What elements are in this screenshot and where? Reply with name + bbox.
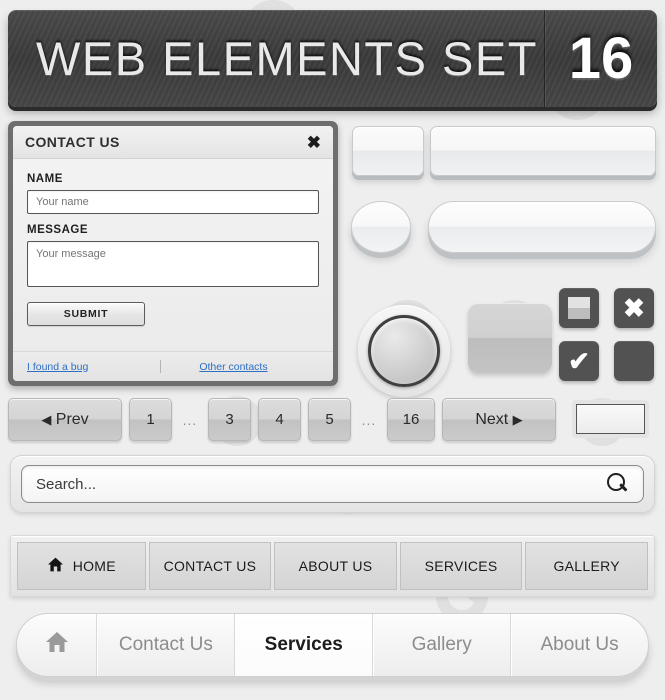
nav2-item-home[interactable] — [17, 614, 98, 676]
pagination-page-5[interactable]: 5 — [308, 398, 351, 441]
search-icon[interactable] — [607, 473, 629, 495]
nav2-item-label: Services — [264, 634, 343, 655]
contact-form-title: CONTACT US — [25, 134, 120, 150]
name-label: NAME — [27, 173, 63, 185]
nav-item-label: GALLERY — [553, 558, 620, 574]
home-icon — [47, 557, 64, 575]
pagination-page-4[interactable]: 4 — [258, 398, 301, 441]
close-icon[interactable]: ✖ — [307, 134, 321, 151]
nav-item-contact-us[interactable]: CONTACT US — [148, 542, 272, 590]
close-x-icon: ✖ — [623, 293, 645, 323]
nav2-item-label: About Us — [540, 634, 619, 655]
submit-button[interactable]: SUBMIT — [27, 302, 145, 326]
contact-form-header: CONTACT US ✖ — [13, 126, 333, 159]
home-icon — [45, 631, 69, 659]
pagination-page-1[interactable]: 1 — [129, 398, 172, 441]
pagination-ellipsis-right: ... — [361, 411, 377, 428]
wide-pill-button[interactable] — [428, 201, 656, 253]
pagination-page-label: 16 — [402, 411, 420, 428]
pagination-prev-button[interactable]: ◀ Prev — [8, 398, 122, 441]
nav2-item-label: Contact Us — [118, 634, 213, 655]
header-set-number: 16 — [568, 26, 634, 91]
nav-item-label: ABOUT US — [298, 558, 373, 574]
nav-item-about-us[interactable]: ABOUT US — [274, 542, 397, 590]
check-icon-button[interactable]: ✔ — [559, 341, 599, 381]
footer-divider — [160, 360, 162, 373]
check-icon: ✔ — [568, 346, 590, 376]
nav2-item-services[interactable]: Services — [235, 614, 374, 676]
gray-square-button[interactable] — [468, 303, 552, 373]
nav-menu-square: HOME CONTACT US ABOUT US SERVICES GALLER… — [10, 535, 655, 597]
pagination-next-label: Next — [475, 410, 509, 428]
pagination-page-label: 5 — [325, 411, 334, 428]
chevron-right-icon: ▶ — [512, 411, 523, 427]
pagination-page-label: 1 — [146, 411, 155, 428]
nav-item-home[interactable]: HOME — [17, 542, 146, 590]
large-circle-button[interactable] — [358, 305, 450, 397]
nav-menu-rounded: Contact Us Services Gallery About Us — [16, 613, 649, 677]
wide-rect-button[interactable] — [430, 126, 656, 176]
chevron-left-icon: ◀ — [41, 411, 52, 427]
pagination-goto-input[interactable] — [576, 404, 645, 434]
nav2-item-label: Gallery — [411, 634, 472, 655]
nav2-item-about-us[interactable]: About Us — [511, 614, 648, 676]
nav2-item-gallery[interactable]: Gallery — [373, 614, 512, 676]
contact-form-footer: I found a bug Other contacts — [13, 351, 333, 381]
nav-item-label: SERVICES — [424, 558, 498, 574]
pagination-page-label: 3 — [225, 411, 234, 428]
header-banner: WEB ELEMENTS SET 16 — [8, 10, 657, 107]
search-bar: Search... — [10, 455, 655, 513]
pagination-page-label: 4 — [275, 411, 284, 428]
search-input[interactable]: Search... — [36, 476, 607, 493]
pagination: ◀ Prev 1 ... 3 4 5 ... 16 Next ▶ — [8, 398, 563, 441]
stop-square-icon-button[interactable] — [559, 288, 599, 328]
message-textarea[interactable] — [27, 241, 319, 287]
pagination-ellipsis-left: ... — [182, 411, 198, 428]
message-label: MESSAGE — [27, 224, 89, 236]
nav-item-label: CONTACT US — [163, 558, 257, 574]
nav2-item-contact-us[interactable]: Contact Us — [97, 614, 236, 676]
pagination-page-3[interactable]: 3 — [208, 398, 251, 441]
blank-icon-button[interactable] — [614, 341, 654, 381]
nav-item-services[interactable]: SERVICES — [399, 542, 523, 590]
small-round-button[interactable] — [351, 201, 411, 253]
nav-item-gallery[interactable]: GALLERY — [525, 542, 648, 590]
found-a-bug-link[interactable]: I found a bug — [27, 361, 88, 373]
name-input[interactable] — [27, 190, 319, 214]
contact-form-panel: CONTACT US ✖ NAME MESSAGE SUBMIT I found… — [8, 121, 338, 386]
nav-item-label: HOME — [72, 558, 116, 574]
pagination-prev-label: Prev — [55, 410, 89, 428]
pagination-page-16[interactable]: 16 — [387, 398, 435, 441]
small-rect-button[interactable] — [352, 126, 424, 176]
pagination-next-button[interactable]: Next ▶ — [442, 398, 556, 441]
stop-square-icon — [568, 297, 590, 319]
close-x-icon-button[interactable]: ✖ — [614, 288, 654, 328]
large-circle-inner — [368, 315, 440, 387]
other-contacts-link[interactable]: Other contacts — [199, 361, 267, 373]
page-title: WEB ELEMENTS SET — [36, 32, 538, 85]
pagination-goto-wrapper — [572, 400, 649, 438]
